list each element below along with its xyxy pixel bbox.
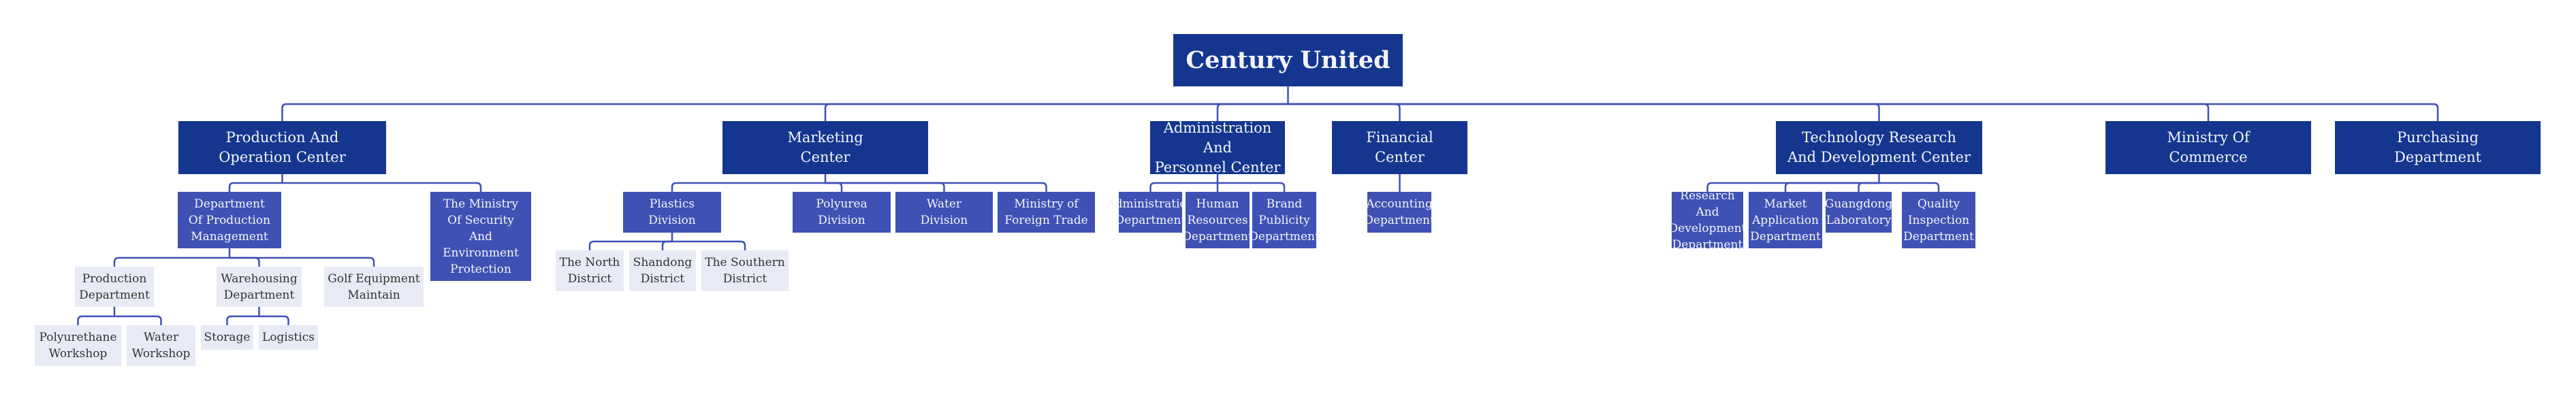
node-production-operation-center[interactable]: Production And Operation Center bbox=[178, 121, 386, 174]
connector-warehousing_dept-to-storage bbox=[226, 315, 259, 325]
connector-tech_center-to-guangdong_lab bbox=[1858, 182, 1879, 192]
node-polyurea-division[interactable]: Polyurea Division bbox=[793, 192, 891, 233]
node-administration-department[interactable]: Administration Department bbox=[1107, 192, 1194, 233]
connector-marketing-to-plastics_division bbox=[671, 182, 825, 192]
node-water-workshop[interactable]: Water Workshop bbox=[127, 325, 195, 366]
connector-tech_center-to-quality_dept bbox=[1879, 182, 1940, 192]
connector-dept_prod_mgmt-to-production_dept bbox=[113, 256, 229, 267]
node-marketing-center[interactable]: Marketing Center bbox=[722, 121, 928, 174]
connector-admin_center-to-brand_dept bbox=[1218, 182, 1286, 192]
connector-production-to-dept_prod_mgmt bbox=[228, 182, 283, 192]
connector-production_dept-to-water_workshop bbox=[114, 315, 162, 325]
node-plastics-division[interactable]: Plastics Division bbox=[623, 192, 721, 233]
connector-root-to-commerce bbox=[1288, 103, 2210, 121]
connector-admin_center-to-admin_dept bbox=[1149, 182, 1218, 192]
connector-root-to-financial_center bbox=[1288, 103, 1401, 121]
node-purchasing-department[interactable]: Purchasing Department bbox=[2335, 121, 2541, 174]
connector-root-to-purchasing bbox=[1288, 103, 2439, 121]
node-shandong-district[interactable]: Shandong District bbox=[629, 250, 696, 291]
node-north-district[interactable]: The North District bbox=[556, 250, 624, 291]
node-market-application-department[interactable]: Market Application Department bbox=[1749, 192, 1822, 248]
node-technology-rnd-center[interactable]: Technology Research And Development Cent… bbox=[1776, 121, 1982, 174]
node-ministry-security-environment[interactable]: The Ministry Of Security And Environment… bbox=[430, 192, 531, 281]
connector-plastics_division-to-shandong_district bbox=[661, 240, 672, 250]
node-ministry-of-commerce[interactable]: Ministry Of Commerce bbox=[2105, 121, 2311, 174]
connector-root-to-tech_center bbox=[1288, 103, 1880, 121]
connector-dept_prod_mgmt-to-warehousing_dept bbox=[229, 256, 260, 267]
node-ministry-of-foreign-trade[interactable]: Ministry of Foreign Trade bbox=[998, 192, 1095, 233]
node-brand-publicity-department[interactable]: Brand Publicity Department bbox=[1249, 192, 1320, 248]
node-water-division[interactable]: Water Division bbox=[895, 192, 993, 233]
node-administration-personnel-center[interactable]: Administration And Personnel Center bbox=[1150, 120, 1285, 176]
node-logistics[interactable]: Logistics bbox=[259, 325, 318, 350]
connector-root-to-production bbox=[281, 103, 1288, 121]
connector-production_dept-to-polyurethane_workshop bbox=[77, 315, 114, 325]
node-department-of-production-management[interactable]: Department Of Production Management bbox=[178, 192, 281, 248]
node-production-department[interactable]: Production Department bbox=[75, 267, 154, 307]
node-southern-district[interactable]: The Southern District bbox=[701, 250, 789, 291]
connector-marketing-to-foreign_trade bbox=[825, 182, 1047, 192]
connector-warehousing_dept-to-logistics bbox=[259, 315, 289, 325]
connector-production-to-ministry_security bbox=[282, 182, 482, 192]
node-quality-inspection-department[interactable]: Quality Inspection Department bbox=[1902, 192, 1975, 248]
node-financial-center[interactable]: Financial Center bbox=[1332, 121, 1467, 174]
connector-dept_prod_mgmt-to-golf_equipment bbox=[229, 256, 375, 267]
node-storage[interactable]: Storage bbox=[201, 325, 253, 350]
node-warehousing-department[interactable]: Warehousing Department bbox=[217, 267, 302, 307]
node-research-development-department[interactable]: Research And Development Department bbox=[1669, 189, 1747, 252]
node-golf-equipment-maintain[interactable]: Golf Equipment Maintain bbox=[324, 267, 424, 307]
connector-plastics_division-to-north_district bbox=[588, 240, 672, 250]
connector-marketing-to-polyurea_division bbox=[825, 182, 843, 192]
node-accounting-department[interactable]: Accounting Department bbox=[1364, 192, 1435, 233]
connector-plastics_division-to-southern_district bbox=[672, 240, 746, 250]
org-chart-canvas: Century United Production And Operation … bbox=[0, 0, 2576, 400]
connector-tech_center-to-market_app_dept bbox=[1784, 182, 1879, 192]
node-guangdong-laboratory[interactable]: Guangdong Laboratory bbox=[1825, 192, 1892, 233]
node-polyurethane-workshop[interactable]: Polyurethane Workshop bbox=[35, 325, 121, 366]
node-century-united[interactable]: Century United bbox=[1173, 34, 1403, 86]
connector-marketing-to-water_division bbox=[825, 182, 945, 192]
node-human-resources-department[interactable]: Human Resources Department bbox=[1182, 192, 1253, 248]
